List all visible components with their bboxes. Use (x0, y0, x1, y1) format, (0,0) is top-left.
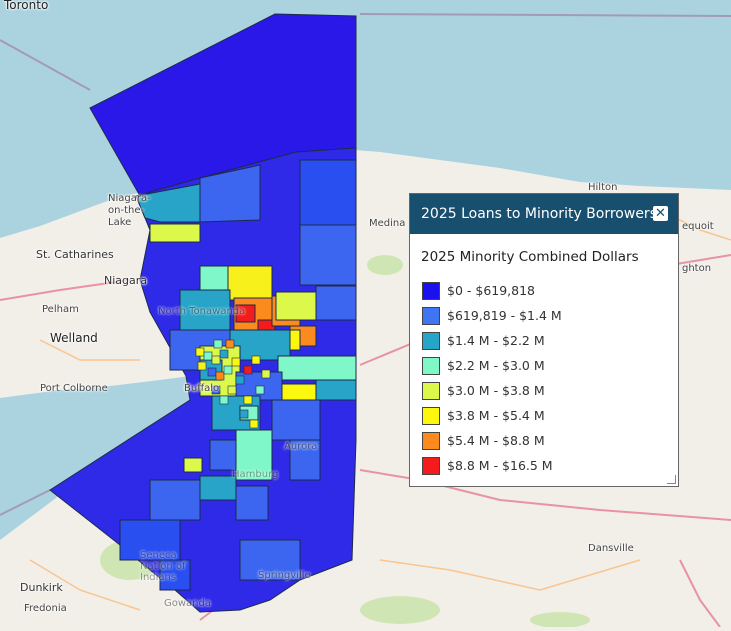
legend-swatch (422, 456, 440, 475)
legend-subtitle: 2025 Minority Combined Dollars (421, 249, 639, 265)
place-label: Buffalo (184, 383, 220, 394)
place-label: Niagara (104, 274, 148, 287)
place-label: equoit (682, 221, 714, 232)
legend-swatch (422, 431, 440, 450)
legend-item: $3.0 M - $3.8 M (422, 378, 678, 403)
legend-list: $0 - $619,818 $619,819 - $1.4 M $1.4 M - $… (422, 278, 678, 478)
place-label: St. Catharines (36, 248, 114, 261)
legend-item: $8.8 M - $16.5 M (422, 453, 678, 478)
place-label: Pelham (42, 304, 79, 315)
legend-title: 2025 Loans to Minority Borrowers (421, 206, 657, 222)
place-label: Springville (258, 570, 311, 581)
legend-item: $3.8 M - $5.4 M (422, 403, 678, 428)
legend-swatch (422, 406, 440, 425)
legend-item-label: $0 - $619,818 (447, 283, 536, 298)
legend-item-label: $8.8 M - $16.5 M (447, 458, 553, 473)
legend-item-label: $5.4 M - $8.8 M (447, 433, 545, 448)
place-label: Hamburg (232, 469, 279, 480)
legend-item-label: $3.0 M - $3.8 M (447, 383, 545, 398)
legend-swatch (422, 381, 440, 400)
legend-item-label: $2.2 M - $3.0 M (447, 358, 545, 373)
place-label: Aurora (284, 441, 318, 452)
place-label: Medina (369, 218, 406, 229)
place-label: Welland (50, 331, 98, 345)
legend-item-label: $619,819 - $1.4 M (447, 308, 562, 323)
place-label: Toronto (4, 0, 49, 12)
legend-header: 2025 Loans to Minority Borrowers ✕ (410, 194, 678, 234)
legend-swatch (422, 331, 440, 350)
place-label: Gowanda (164, 598, 211, 609)
place-label: Seneca Nation of Indians (140, 550, 186, 583)
legend-panel: 2025 Loans to Minority Borrowers ✕ 2025 … (409, 193, 679, 487)
legend-item: $1.4 M - $2.2 M (422, 328, 678, 353)
place-label: Fredonia (24, 603, 67, 614)
legend-item-label: $3.8 M - $5.4 M (447, 408, 545, 423)
legend-swatch (422, 281, 440, 300)
legend-item: $0 - $619,818 (422, 278, 678, 303)
place-label: Dunkirk (20, 581, 63, 594)
close-icon[interactable]: ✕ (653, 206, 668, 221)
legend-item-label: $1.4 M - $2.2 M (447, 333, 545, 348)
legend-item: $619,819 - $1.4 M (422, 303, 678, 328)
place-label: Niagara-on-the-Lake (108, 193, 151, 228)
legend-item: $5.4 M - $8.8 M (422, 428, 678, 453)
place-label: Dansville (588, 543, 634, 554)
resize-handle[interactable] (667, 475, 676, 484)
place-label: Hilton (588, 182, 618, 193)
place-label: Port Colborne (40, 383, 108, 394)
place-label: North Tonawanda (158, 306, 246, 317)
place-label: ghton (682, 263, 712, 274)
legend-item: $2.2 M - $3.0 M (422, 353, 678, 378)
legend-swatch (422, 356, 440, 375)
legend-swatch (422, 306, 440, 325)
